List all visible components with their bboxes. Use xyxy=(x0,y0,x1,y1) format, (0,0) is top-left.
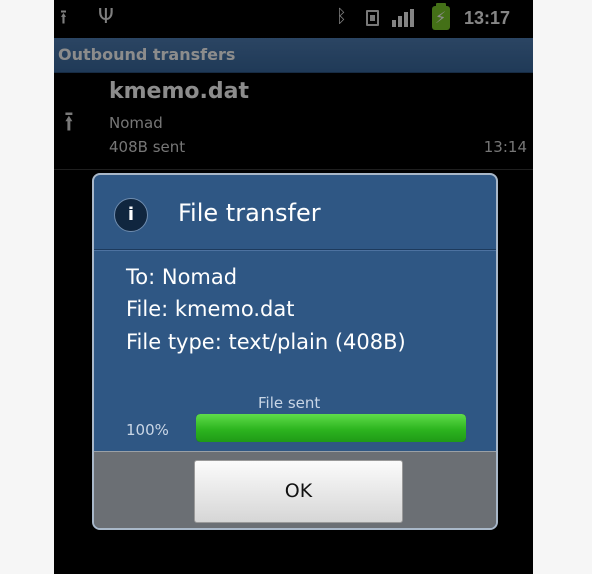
dialog-file-type: File type: text/plain (408B) xyxy=(126,330,406,354)
progress-percent: 100% xyxy=(126,421,169,439)
dialog-file-name: File: kmemo.dat xyxy=(126,297,295,321)
progress-bar-fill xyxy=(196,414,466,442)
dialog-button-bar: OK xyxy=(94,451,496,528)
dialog-title: File transfer xyxy=(178,199,321,227)
phone-screen: ⭱ Ψ ᛒ ⚡ 13:17 Outbound transfers ⭱ kmemo… xyxy=(54,0,533,574)
ok-button[interactable]: OK xyxy=(194,460,403,523)
progress-bar xyxy=(196,414,466,442)
dialog-recipient: To: Nomad xyxy=(126,265,238,289)
file-transfer-dialog: i File transfer To: Nomad File: kmemo.da… xyxy=(92,173,498,530)
dialog-header: i File transfer xyxy=(94,175,496,249)
info-icon: i xyxy=(114,198,148,232)
dialog-divider xyxy=(94,249,496,251)
progress-label: File sent xyxy=(258,394,321,412)
